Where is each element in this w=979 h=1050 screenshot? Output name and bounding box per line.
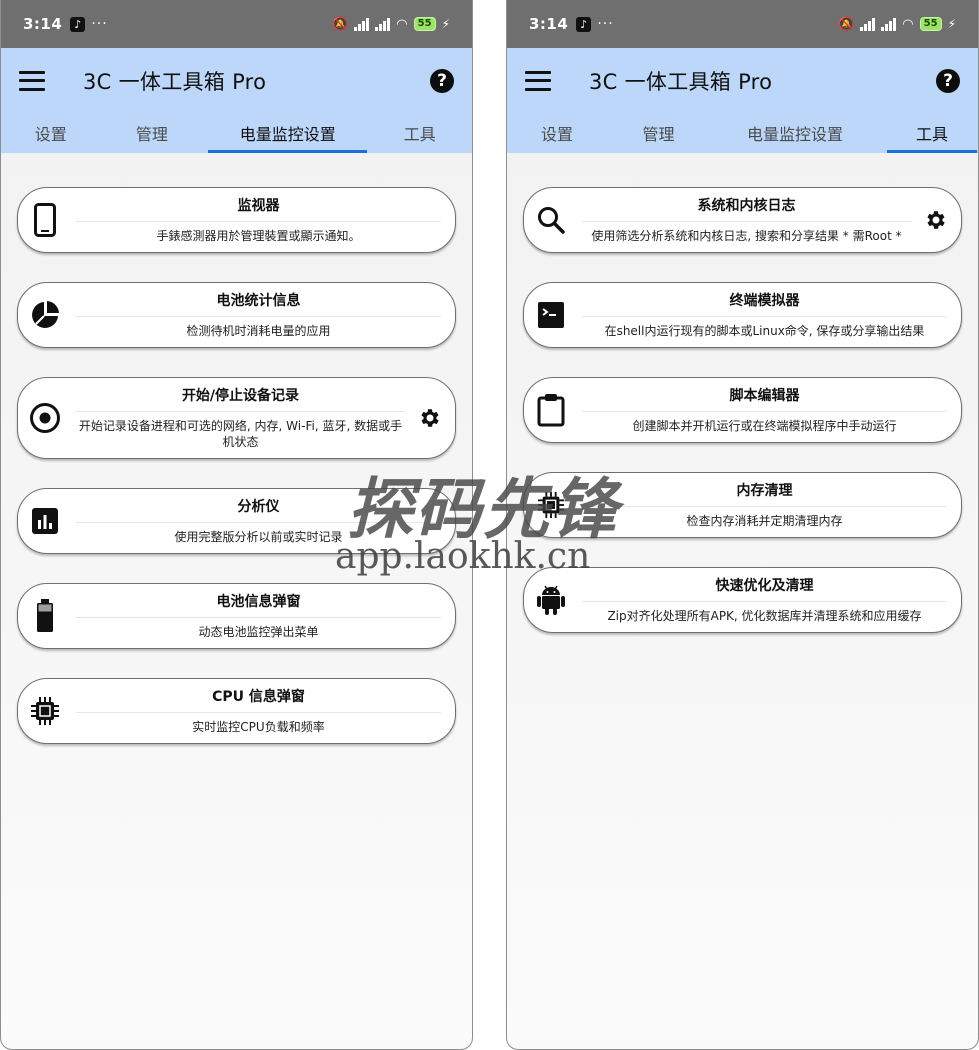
tab-tools[interactable]: 工具: [367, 113, 472, 153]
screenshot-stage: 3:14 ♪ ··· 🔕 ◠ 55 ⚡ 3C 一体工具箱 Pro ? 设置 管理…: [0, 0, 979, 1050]
status-bar: 3:14 ♪ ··· 🔕 ◠ 55 ⚡: [507, 0, 978, 48]
card-device-recording[interactable]: 开始/停止设备记录 开始记录设备进程和可选的网络, 内存, Wi-Fi, 蓝牙,…: [17, 377, 456, 459]
app-bar: 3C 一体工具箱 Pro ?: [507, 48, 978, 113]
tab-settings[interactable]: 设置: [1, 113, 101, 153]
mute-icon: 🔕: [332, 16, 349, 32]
card-description: 使用筛选分析系统和内核日志, 搜索和分享结果 * 需Root *: [591, 229, 902, 243]
status-time: 3:14: [23, 15, 63, 33]
tiktok-notification-icon: ♪: [70, 16, 86, 32]
tab-bar: 设置 管理 电量监控设置 工具: [507, 113, 978, 153]
gear-icon[interactable]: [415, 406, 455, 430]
card-title: CPU 信息弹窗: [76, 686, 441, 713]
battery-status-icon: 55: [919, 17, 942, 31]
search-icon: [524, 205, 572, 235]
status-time: 3:14: [529, 15, 569, 33]
card-title: 脚本编辑器: [582, 385, 947, 412]
cpu-icon: [18, 696, 66, 726]
charging-icon: ⚡: [947, 17, 956, 31]
right-phone-screen: 3:14 ♪ ··· 🔕 ◠ 55 ⚡ 3C 一体工具箱 Pro ? 设置 管理…: [506, 0, 979, 1050]
left-phone-screen: 3:14 ♪ ··· 🔕 ◠ 55 ⚡ 3C 一体工具箱 Pro ? 设置 管理…: [0, 0, 473, 1050]
card-description: Zip对齐化处理所有APK, 优化数据库并清理系统和应用缓存: [607, 609, 922, 623]
tab-settings[interactable]: 设置: [507, 113, 607, 153]
card-description: 开始记录设备进程和可选的网络, 内存, Wi-Fi, 蓝牙, 数据或手机状态: [78, 419, 403, 449]
card-title: 系统和内核日志: [582, 195, 911, 222]
tab-tools[interactable]: 工具: [887, 113, 977, 153]
app-bar: 3C 一体工具箱 Pro ?: [1, 48, 472, 113]
card-description: 手錶感測器用於管理裝置或顯示通知。: [156, 229, 361, 243]
card-description: 在shell内运行现有的脚本或Linux命令, 保存或分享输出结果: [604, 324, 925, 338]
card-analyzer[interactable]: 分析仪 使用完整版分析以前或实时记录: [17, 488, 456, 554]
card-title: 分析仪: [76, 496, 441, 523]
card-system-kernel-log[interactable]: 系统和内核日志 使用筛选分析系统和内核日志, 搜索和分享结果 * 需Root *: [523, 187, 962, 253]
app-title: 3C 一体工具箱 Pro: [589, 69, 773, 94]
card-title: 开始/停止设备记录: [76, 385, 405, 412]
wifi-icon: ◠: [396, 16, 408, 32]
menu-icon[interactable]: [19, 70, 45, 91]
card-description: 使用完整版分析以前或实时记录: [174, 530, 343, 544]
card-description: 检测待机时消耗电量的应用: [186, 324, 331, 338]
pie-chart-icon: [18, 300, 66, 330]
more-notifications-icon: ···: [91, 16, 108, 32]
card-description: 实时监控CPU负载和频率: [192, 720, 325, 734]
tab-manage[interactable]: 管理: [101, 113, 204, 153]
tab-manage[interactable]: 管理: [607, 113, 710, 153]
card-description: 创建脚本并开机运行或在终端模拟程序中手动运行: [632, 419, 897, 433]
card-terminal-emulator[interactable]: 终端模拟器 在shell内运行现有的脚本或Linux命令, 保存或分享输出结果: [523, 282, 962, 348]
card-script-editor[interactable]: 脚本编辑器 创建脚本并开机运行或在终端模拟程序中手动运行: [523, 377, 962, 443]
mute-icon: 🔕: [838, 16, 855, 32]
card-title: 电池统计信息: [76, 290, 441, 317]
card-title: 快速优化及清理: [582, 575, 947, 602]
battery-icon: [18, 599, 66, 633]
card-title: 终端模拟器: [582, 290, 947, 317]
clipboard-icon: [524, 393, 572, 427]
card-description: 动态电池监控弹出菜单: [198, 625, 319, 639]
more-notifications-icon: ···: [597, 16, 614, 32]
signal-icon-2: [881, 17, 897, 31]
help-icon[interactable]: ?: [430, 68, 454, 93]
card-battery-stats[interactable]: 电池统计信息 检测待机时消耗电量的应用: [17, 282, 456, 348]
card-list: 监视器 手錶感測器用於管理裝置或顯示通知。 电池统计信息 检测待机时消耗电量的应…: [1, 153, 472, 744]
card-title: 电池信息弹窗: [76, 591, 441, 618]
card-quick-optimize[interactable]: 快速优化及清理 Zip对齐化处理所有APK, 优化数据库并清理系统和应用缓存: [523, 567, 962, 633]
wifi-icon: ◠: [902, 16, 914, 32]
signal-icon-2: [375, 17, 391, 31]
status-icons: 🔕 ◠ 55 ⚡: [838, 17, 956, 32]
phone-icon: [18, 203, 66, 237]
help-icon[interactable]: ?: [936, 68, 960, 93]
card-memory-cleaner[interactable]: 内存清理 检查内存消耗并定期清理内存: [523, 472, 962, 538]
app-title: 3C 一体工具箱 Pro: [83, 69, 267, 94]
tab-battery-monitor-settings[interactable]: 电量监控设置: [208, 113, 368, 153]
tab-bar: 设置 管理 电量监控设置 工具: [1, 113, 472, 153]
status-bar: 3:14 ♪ ··· 🔕 ◠ 55 ⚡: [1, 0, 472, 48]
record-icon: [18, 402, 66, 434]
card-description: 检查内存消耗并定期清理内存: [686, 514, 843, 528]
tab-battery-monitor-settings[interactable]: 电量监控设置: [710, 113, 880, 153]
menu-icon[interactable]: [525, 70, 551, 91]
memory-chip-icon: [524, 491, 572, 519]
tiktok-notification-icon: ♪: [576, 16, 592, 32]
bar-chart-icon: [18, 507, 66, 535]
card-list: 系统和内核日志 使用筛选分析系统和内核日志, 搜索和分享结果 * 需Root *…: [507, 153, 978, 633]
gear-icon[interactable]: [921, 208, 961, 232]
card-title: 监视器: [76, 195, 441, 222]
signal-icon: [860, 17, 876, 31]
charging-icon: ⚡: [441, 17, 450, 31]
android-icon: [524, 584, 572, 616]
card-battery-popup[interactable]: 电池信息弹窗 动态电池监控弹出菜单: [17, 583, 456, 649]
card-monitor[interactable]: 监视器 手錶感測器用於管理裝置或顯示通知。: [17, 187, 456, 253]
card-title: 内存清理: [582, 480, 947, 507]
card-cpu-popup[interactable]: CPU 信息弹窗 实时监控CPU负载和频率: [17, 678, 456, 744]
signal-icon: [354, 17, 370, 31]
status-icons: 🔕 ◠ 55 ⚡: [332, 17, 450, 32]
terminal-icon: [524, 301, 572, 329]
battery-status-icon: 55: [413, 17, 436, 31]
